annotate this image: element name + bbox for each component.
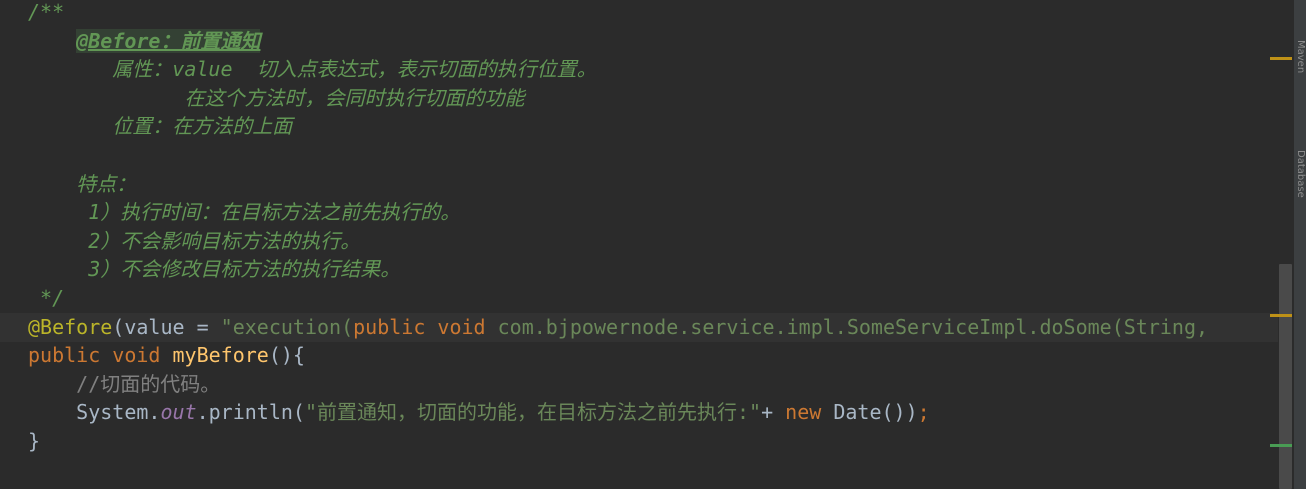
code-token: /** [28, 0, 65, 24]
maven-tool-tab[interactable]: Maven [1296, 40, 1306, 120]
code-token: Date()) [833, 400, 918, 425]
code-line[interactable]: public void myBefore(){ [0, 341, 1278, 370]
code-line[interactable]: 属性：value 切入点表达式，表示切面的执行位置。 [0, 55, 1278, 84]
code-token: System. [28, 400, 161, 425]
code-token: out [160, 400, 197, 425]
code-token: "execution( [220, 314, 354, 339]
code-line[interactable]: @Before(value = "execution(public void c… [0, 312, 1278, 342]
code-token: 属性：value 切入点表达式，表示切面的执行位置。 [28, 57, 597, 82]
warning-marker[interactable] [1270, 314, 1292, 317]
code-token: */ [28, 286, 65, 310]
code-line[interactable]: System.out.println("前置通知，切面的功能，在目标方法之前先执… [0, 398, 1278, 427]
code-token: 特点： [28, 171, 137, 196]
code-token: 在这个方法时，会同时执行切面的功能 [28, 85, 525, 110]
code-line[interactable]: 1）执行时间：在目标方法之前先执行的。 [0, 198, 1278, 227]
code-token: com.bjpowernode.service.impl.SomeService… [497, 314, 1209, 339]
code-token: (){ [268, 343, 305, 368]
code-token: @Before [28, 314, 113, 339]
code-line[interactable]: /** [0, 0, 1278, 27]
code-line[interactable]: */ [0, 284, 1278, 313]
code-editor[interactable]: /** @Before：前置通知 属性：value 切入点表达式，表示切面的执行… [0, 0, 1306, 489]
code-area[interactable]: /** @Before：前置通知 属性：value 切入点表达式，表示切面的执行… [0, 0, 1278, 489]
scrollbar-thumb[interactable] [1279, 264, 1292, 489]
code-token: 2）不会影响目标方法的执行。 [28, 228, 361, 253]
code-token: } [28, 429, 41, 453]
code-line[interactable] [0, 141, 1278, 170]
code-token: 1）执行时间：在目标方法之前先执行的。 [28, 200, 461, 225]
code-line[interactable]: 3）不会修改目标方法的执行结果。 [0, 255, 1278, 284]
code-token: "前置通知，切面的功能，在目标方法之前先执行:" [304, 400, 762, 425]
code-token: myBefore [172, 343, 269, 368]
warning-marker[interactable] [1270, 57, 1292, 60]
code-token: ; [917, 400, 930, 425]
code-line[interactable]: } [0, 427, 1278, 456]
code-line[interactable]: 2）不会影响目标方法的执行。 [0, 227, 1278, 256]
code-token: public void [28, 343, 173, 368]
ok-marker[interactable] [1270, 444, 1292, 447]
code-line[interactable]: 特点： [0, 170, 1278, 199]
code-token: + [761, 400, 786, 425]
database-tool-tab[interactable]: Database [1296, 150, 1306, 260]
code-line[interactable]: //切面的代码。 [0, 370, 1278, 399]
code-token: new [785, 400, 834, 425]
code-token: public void [353, 314, 498, 339]
code-token: @Before：前置通知 [76, 28, 261, 53]
code-token: (value = [112, 314, 221, 339]
code-token: .println( [196, 400, 305, 425]
code-token: 位置：在方法的上面 [28, 114, 293, 139]
code-token: //切面的代码。 [28, 371, 221, 396]
code-token: 3）不会修改目标方法的执行结果。 [28, 257, 401, 282]
code-line[interactable]: 在这个方法时，会同时执行切面的功能 [0, 84, 1278, 113]
code-line[interactable]: 位置：在方法的上面 [0, 112, 1278, 141]
code-line[interactable]: @Before：前置通知 [0, 27, 1278, 56]
